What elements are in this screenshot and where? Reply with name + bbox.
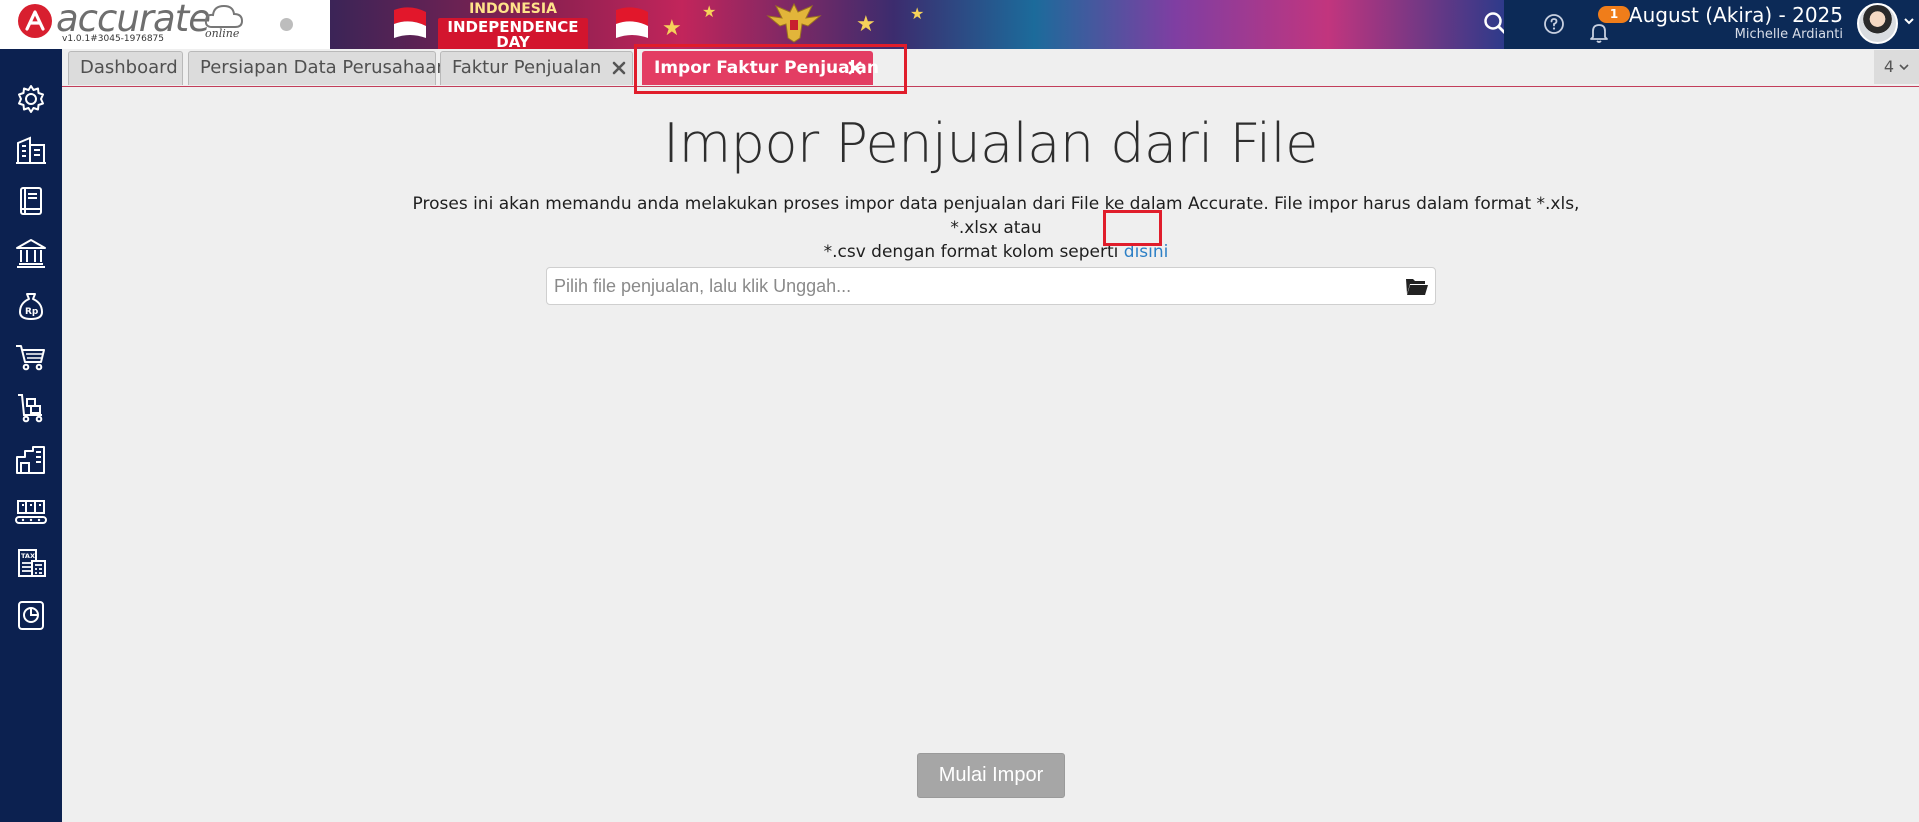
tab-faktur-penjualan[interactable]: Faktur Penjualan (440, 51, 633, 85)
shopping-cart-icon[interactable] (14, 340, 48, 374)
logo-online-text: online (205, 27, 240, 40)
star-icon: ★ (662, 16, 682, 41)
star-icon: ★ (910, 4, 925, 23)
bell-icon[interactable] (1587, 20, 1611, 44)
report-chart-icon[interactable] (14, 598, 48, 632)
chevron-down-icon[interactable] (1902, 14, 1916, 28)
banner-line2: INDEPENDENCE DAY (438, 18, 588, 49)
import-description: Proses ini akan memandu anda melakukan p… (404, 192, 1588, 264)
chevron-down-icon (1899, 64, 1909, 71)
tab-label: Persiapan Data Perusahaan (200, 57, 448, 78)
star-icon: ★ (856, 12, 876, 37)
cloud-icon (204, 4, 244, 28)
start-import-button[interactable]: Mulai Impor (917, 753, 1065, 798)
file-picker (546, 267, 1436, 305)
banner-title: INDONESIA INDEPENDENCE DAY (438, 2, 588, 49)
money-bag-icon[interactable]: Rp (14, 288, 48, 322)
indonesia-flag-icon (394, 7, 426, 38)
page-title: Impor Penjualan dari File (663, 112, 1318, 175)
banner-line1: INDONESIA (469, 1, 557, 17)
manufacturing-icon[interactable] (14, 495, 48, 529)
svg-text:Rp: Rp (25, 307, 39, 317)
status-dot (280, 18, 293, 31)
independence-day-banner: INDONESIA INDEPENDENCE DAY ★ ★ ★ ★ (330, 0, 1504, 49)
tab-label: Faktur Penjualan (452, 57, 602, 78)
file-path-input[interactable] (547, 268, 1387, 304)
description-line1: Proses ini akan memandu anda melakukan p… (412, 194, 1580, 238)
active-tab-highlight (634, 44, 907, 94)
star-icon: ★ (702, 2, 717, 21)
indonesia-flag-icon (616, 7, 648, 38)
tax-icon[interactable]: TAX (14, 546, 48, 580)
company-building-icon[interactable] (14, 133, 48, 167)
warehouse-icon[interactable] (14, 443, 48, 477)
accounting-period[interactable]: August (Akira) - 2025 (1629, 3, 1843, 27)
svg-text:TAX: TAX (21, 552, 35, 560)
close-icon[interactable] (611, 60, 627, 76)
description-line2: *.csv dengan format kolom seperti (823, 242, 1119, 262)
app-version: v1.0.1#3045-1976875 (62, 34, 165, 44)
link-highlight (1103, 210, 1162, 246)
user-bar: 1 August (Akira) - 2025 Michelle Ardiant… (1504, 0, 1919, 49)
avatar[interactable] (1857, 3, 1898, 44)
folder-open-icon[interactable] (1405, 276, 1429, 296)
ledger-book-icon[interactable] (14, 184, 48, 218)
sales-cart-icon[interactable] (14, 391, 48, 425)
help-icon[interactable] (1542, 12, 1566, 36)
gear-icon[interactable] (14, 82, 48, 116)
tab-persiapan-data-perusahaan[interactable]: Persiapan Data Perusahaan (188, 51, 448, 85)
tab-count: 4 (1883, 57, 1895, 76)
tab-label: Dashboard (80, 57, 178, 78)
user-name[interactable]: Michelle Ardianti (1735, 27, 1843, 42)
tab-dashboard[interactable]: Dashboard (68, 51, 183, 85)
bank-icon[interactable] (14, 236, 48, 270)
sidebar: Rp TAX (0, 49, 62, 822)
garuda-emblem-icon (766, 2, 822, 43)
notification-badge[interactable]: 1 (1598, 6, 1630, 23)
tab-bar: Dashboard Persiapan Data Perusahaan Fakt… (62, 49, 1919, 87)
top-header: accurate online v1.0.1#3045-1976875 INDO… (0, 0, 1919, 49)
accurate-logo-mark-icon (18, 4, 52, 38)
tab-count-dropdown[interactable]: 4 (1874, 50, 1919, 84)
